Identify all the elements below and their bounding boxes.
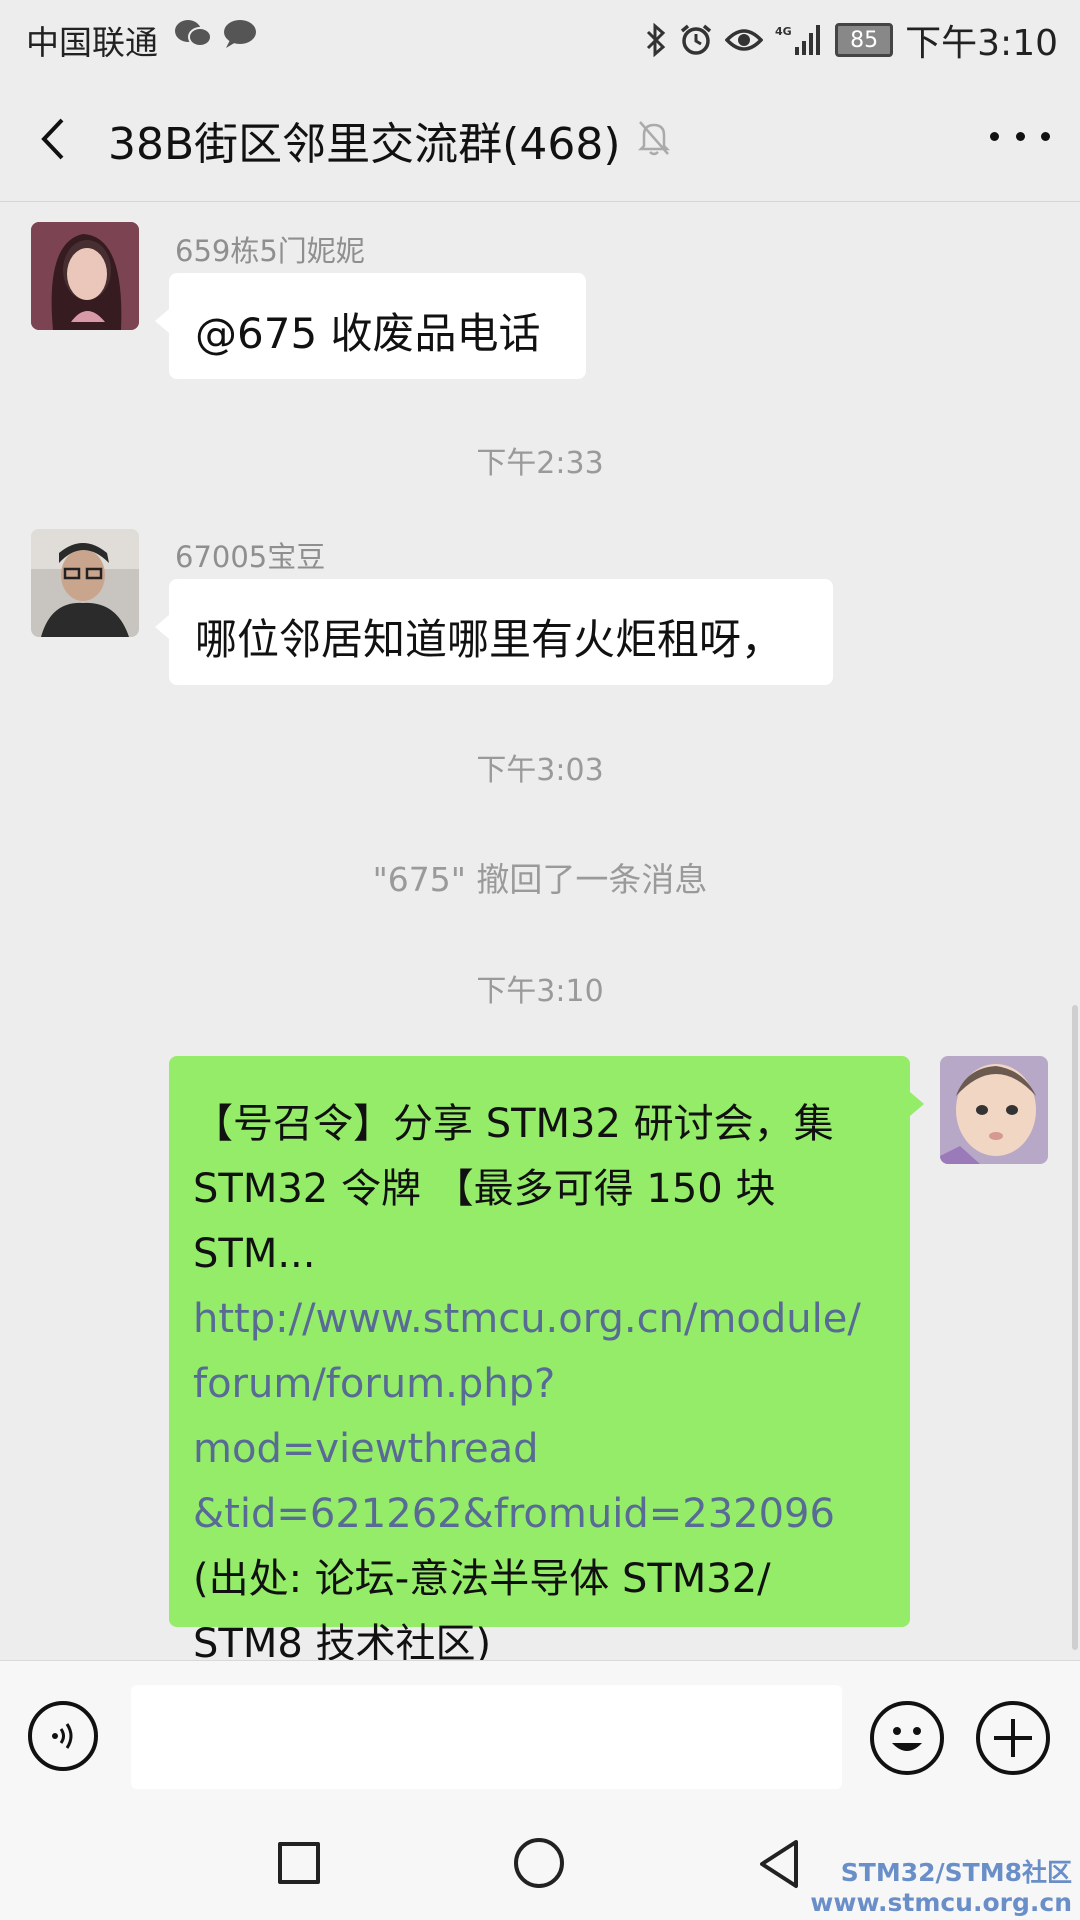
alarm-icon bbox=[681, 24, 712, 55]
svg-text:4G: 4G bbox=[775, 25, 792, 38]
message-input[interactable] bbox=[131, 1685, 842, 1789]
watermark: STM32/STM8社区 www.stmcu.org.cn bbox=[810, 1858, 1072, 1917]
message-line: 【号召令】分享 STM32 研讨会，集 bbox=[193, 1101, 834, 1147]
message-link[interactable]: http://www.stmcu.org.cn/module/ bbox=[193, 1287, 894, 1352]
timestamp: 下午3:03 bbox=[476, 753, 604, 788]
plus-icon bbox=[994, 1719, 1032, 1757]
recall-notice: "675" 撤回了一条消息 bbox=[372, 860, 708, 899]
message-text: 哪位邻居知道哪里有火炬租呀， bbox=[195, 615, 784, 664]
voice-icon bbox=[52, 1723, 73, 1749]
status-time: 下午3:10 bbox=[905, 23, 1058, 64]
message-icon bbox=[224, 20, 256, 48]
back-button[interactable] bbox=[30, 114, 80, 164]
more-options-button[interactable] bbox=[990, 126, 1050, 146]
timestamp: 下午3:10 bbox=[476, 974, 604, 1009]
nav-back-icon[interactable] bbox=[756, 1838, 802, 1890]
voice-button[interactable] bbox=[28, 1701, 98, 1771]
timestamp: 下午2:33 bbox=[476, 446, 604, 481]
status-bar: 中国联通 4G 85 下午3:10 bbox=[0, 0, 1080, 76]
input-bar bbox=[0, 1660, 1080, 1811]
scrollbar[interactable] bbox=[1072, 1005, 1078, 1650]
avatar[interactable] bbox=[31, 222, 139, 330]
more-functions-button[interactable] bbox=[976, 1701, 1050, 1775]
sender-name: 67005宝豆 bbox=[175, 540, 326, 574]
sender-name: 659栋5门妮妮 bbox=[175, 234, 365, 268]
message-line: STM... bbox=[193, 1231, 316, 1277]
smiley-icon bbox=[892, 1727, 922, 1751]
message-bubble[interactable]: 哪位邻居知道哪里有火炬租呀， bbox=[155, 579, 833, 685]
signal-icon: 4G bbox=[775, 25, 821, 55]
carrier-label: 中国联通 bbox=[26, 23, 158, 62]
emoji-button[interactable] bbox=[870, 1701, 944, 1775]
home-button[interactable] bbox=[514, 1838, 564, 1888]
message-bubble[interactable]: @675 收废品电话 bbox=[155, 273, 586, 379]
message-line: STM32 令牌 【最多可得 150 块 bbox=[193, 1166, 776, 1212]
wechat-icon bbox=[175, 20, 212, 47]
battery-indicator: 85 bbox=[835, 23, 894, 57]
recents-button[interactable] bbox=[278, 1842, 320, 1884]
eye-icon bbox=[725, 29, 764, 51]
bluetooth-icon bbox=[647, 23, 666, 57]
avatar[interactable] bbox=[31, 529, 139, 637]
message-link[interactable]: forum/forum.php?mod=viewthread bbox=[193, 1352, 894, 1482]
chat-title: 38B街区邻里交流群(468) bbox=[108, 119, 621, 170]
avatar-baby-icon bbox=[940, 1056, 1048, 1164]
my-message-bubble[interactable]: 【号召令】分享 STM32 研讨会，集 STM32 令牌 【最多可得 150 块… bbox=[169, 1056, 924, 1667]
my-avatar[interactable] bbox=[940, 1056, 1048, 1164]
notification-icons bbox=[174, 18, 258, 50]
message-text: @675 收废品电话 bbox=[195, 309, 541, 358]
status-right-group: 4G 85 下午3:10 bbox=[645, 14, 1058, 66]
chat-header: 38B街区邻里交流群(468) bbox=[0, 76, 1080, 202]
avatar-woman-icon bbox=[31, 222, 139, 330]
avatar-person-icon bbox=[31, 529, 139, 637]
message-line: (出处: 论坛-意法半导体 STM32/ bbox=[193, 1556, 771, 1602]
mute-bell-icon bbox=[637, 121, 671, 156]
message-link[interactable]: &tid=621262&fromuid=232096 bbox=[193, 1482, 894, 1547]
